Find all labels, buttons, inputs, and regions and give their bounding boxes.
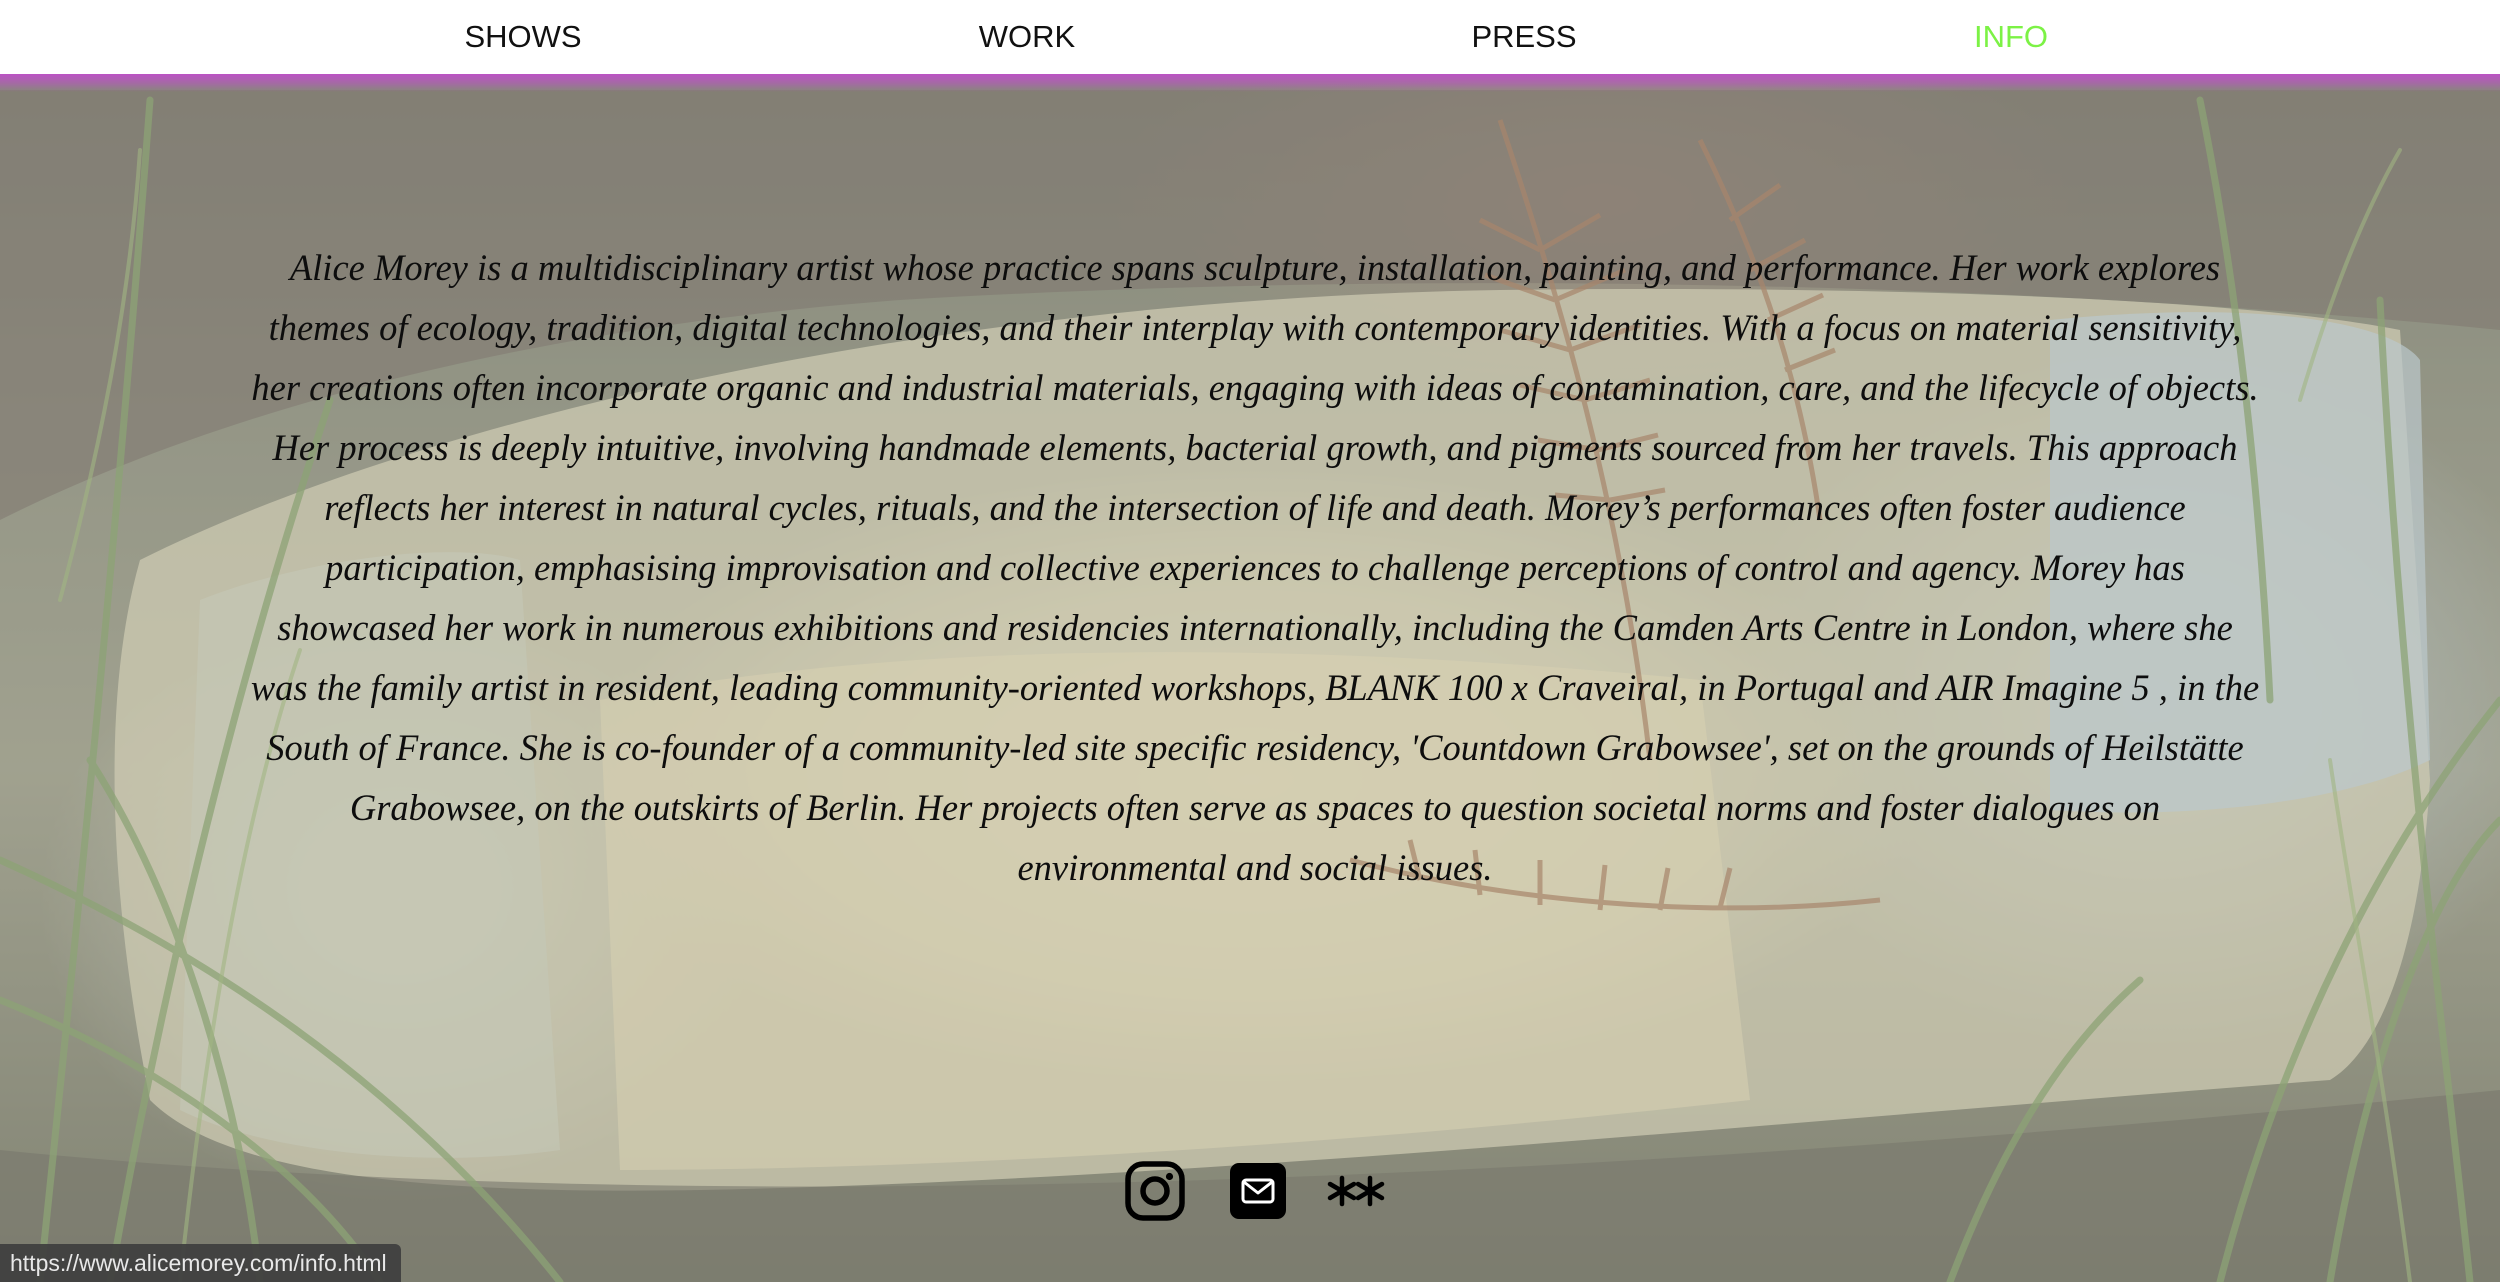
top-navigation: SHOWS WORK PRESS INFO — [0, 0, 2500, 74]
nav-underline — [0, 74, 2500, 92]
nav-info-link[interactable]: INFO — [1974, 18, 2048, 56]
nav-shows-link[interactable]: SHOWS — [464, 18, 581, 56]
instagram-icon[interactable] — [1124, 1160, 1186, 1222]
email-icon[interactable] — [1227, 1160, 1289, 1222]
asterisks-icon[interactable] — [1324, 1160, 1386, 1222]
status-bar-url: https://www.alicemorey.com/info.html — [0, 1244, 401, 1282]
nav-work-link[interactable]: WORK — [979, 18, 1075, 56]
nav-press-link[interactable]: PRESS — [1471, 18, 1576, 56]
artist-bio: Alice Morey is a multidisciplinary artis… — [250, 247, 2260, 888]
